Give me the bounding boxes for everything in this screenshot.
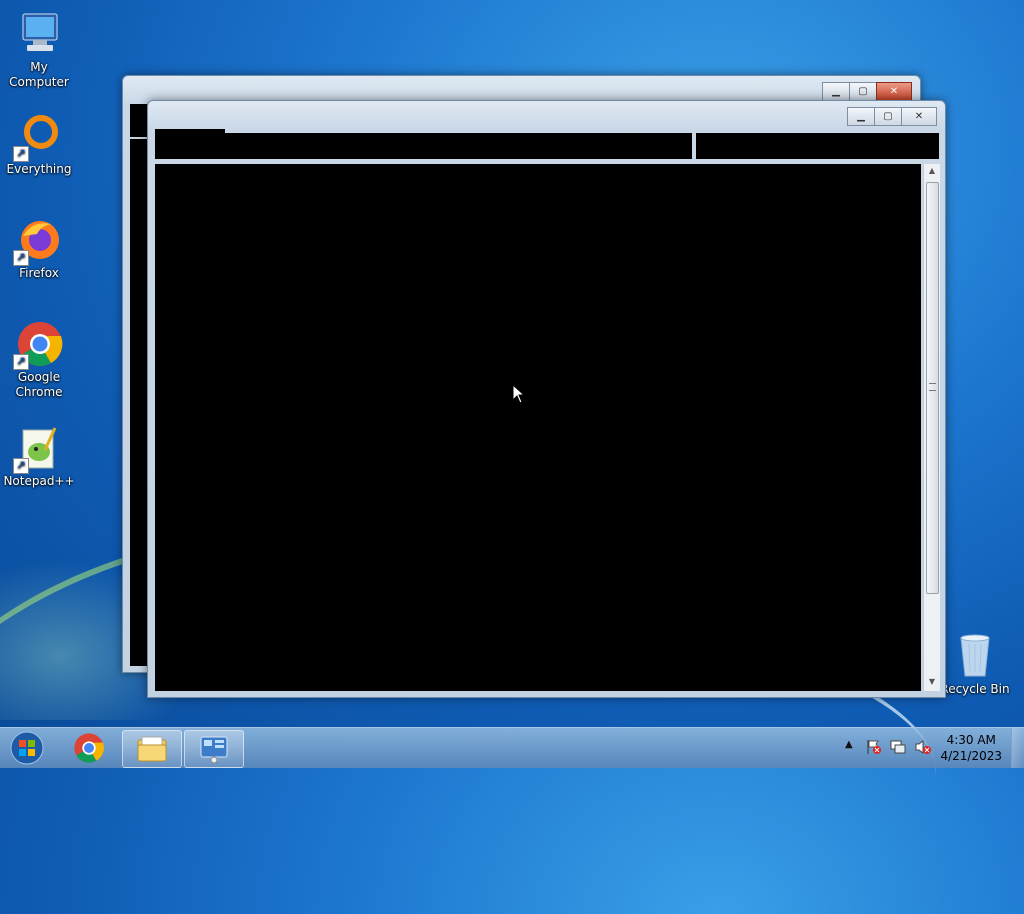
maximize-button[interactable]: ▢: [874, 107, 902, 126]
vertical-scrollbar[interactable]: ▲ ▼: [923, 164, 940, 691]
action-center-flag-icon[interactable]: [866, 739, 882, 758]
close-button[interactable]: ✕: [901, 107, 937, 126]
taskbar: ▲ 4:30 AM 4/21/2023: [0, 727, 1024, 768]
recycle-bin-icon: [951, 632, 999, 680]
show-hidden-icons-button[interactable]: ▲: [845, 739, 853, 750]
scroll-thumb[interactable]: [926, 182, 939, 594]
shortcut-arrow-icon: ↗: [13, 458, 29, 474]
desktop-icon-firefox[interactable]: ↗ Firefox: [0, 216, 78, 281]
scroll-down-icon[interactable]: ▼: [924, 677, 940, 689]
desktop-icon-label: Google Chrome: [15, 370, 63, 399]
desktop-icon-everything[interactable]: ↗ Everything: [0, 112, 78, 177]
scroll-up-icon[interactable]: ▲: [924, 166, 940, 178]
minimize-button[interactable]: ▁: [822, 82, 850, 101]
desktop-icon-label: Recycle Bin: [940, 682, 1010, 696]
desktop-icon-chrome[interactable]: ↗ Google Chrome: [0, 320, 78, 400]
shortcut-arrow-icon: ↗: [13, 250, 29, 266]
control-panel-icon: [200, 736, 228, 764]
show-desktop-button[interactable]: [1011, 728, 1024, 768]
volume-muted-icon[interactable]: [914, 739, 932, 758]
mouse-cursor-icon: [512, 383, 526, 407]
taskbar-control-panel[interactable]: [184, 730, 244, 768]
window-controls: ▁ ▢ ✕: [822, 82, 912, 101]
shortcut-arrow-icon: ↗: [13, 146, 29, 162]
address-bar[interactable]: [155, 133, 692, 159]
computer-icon: [15, 10, 63, 58]
desktop-icon-my-computer[interactable]: My Computer: [0, 10, 78, 90]
desktop-icon-label: My Computer: [9, 60, 69, 89]
clock-time: 4:30 AM: [946, 733, 996, 747]
folder-icon: [137, 736, 167, 762]
windows-orb-icon: [10, 731, 44, 765]
tab[interactable]: [155, 129, 225, 133]
search-box[interactable]: [696, 133, 939, 159]
firefox-icon: ↗: [13, 216, 63, 266]
grip-icon: [929, 383, 936, 391]
taskbar-chrome[interactable]: [62, 730, 116, 766]
desktop-icon-label: Everything: [6, 162, 72, 176]
notepadpp-icon: ↗: [13, 424, 63, 474]
taskbar-explorer[interactable]: [122, 730, 182, 768]
start-button[interactable]: [4, 730, 50, 766]
shortcut-arrow-icon: ↗: [13, 354, 29, 370]
desktop-icon-label: Firefox: [19, 266, 59, 280]
chrome-icon: [74, 733, 104, 763]
chrome-icon: ↗: [13, 320, 63, 370]
network-icon[interactable]: [890, 739, 906, 758]
foreground-window[interactable]: ▁ ▢ ✕ ▲ ▼: [147, 100, 946, 698]
content-pane: [155, 164, 921, 691]
desktop-icon-label: Notepad++: [3, 474, 75, 488]
desktop-icon-notepadpp[interactable]: ↗ Notepad++: [0, 424, 78, 489]
everything-icon: ↗: [13, 112, 63, 162]
desktop-icon-recycle-bin[interactable]: Recycle Bin: [936, 632, 1014, 697]
maximize-button[interactable]: ▢: [849, 82, 877, 101]
clock-date: 4/21/2023: [940, 749, 1002, 763]
close-button[interactable]: ✕: [876, 82, 912, 101]
window-controls: ▁ ▢ ✕: [847, 107, 937, 126]
minimize-button[interactable]: ▁: [847, 107, 875, 126]
clock[interactable]: 4:30 AM 4/21/2023: [940, 732, 1002, 764]
